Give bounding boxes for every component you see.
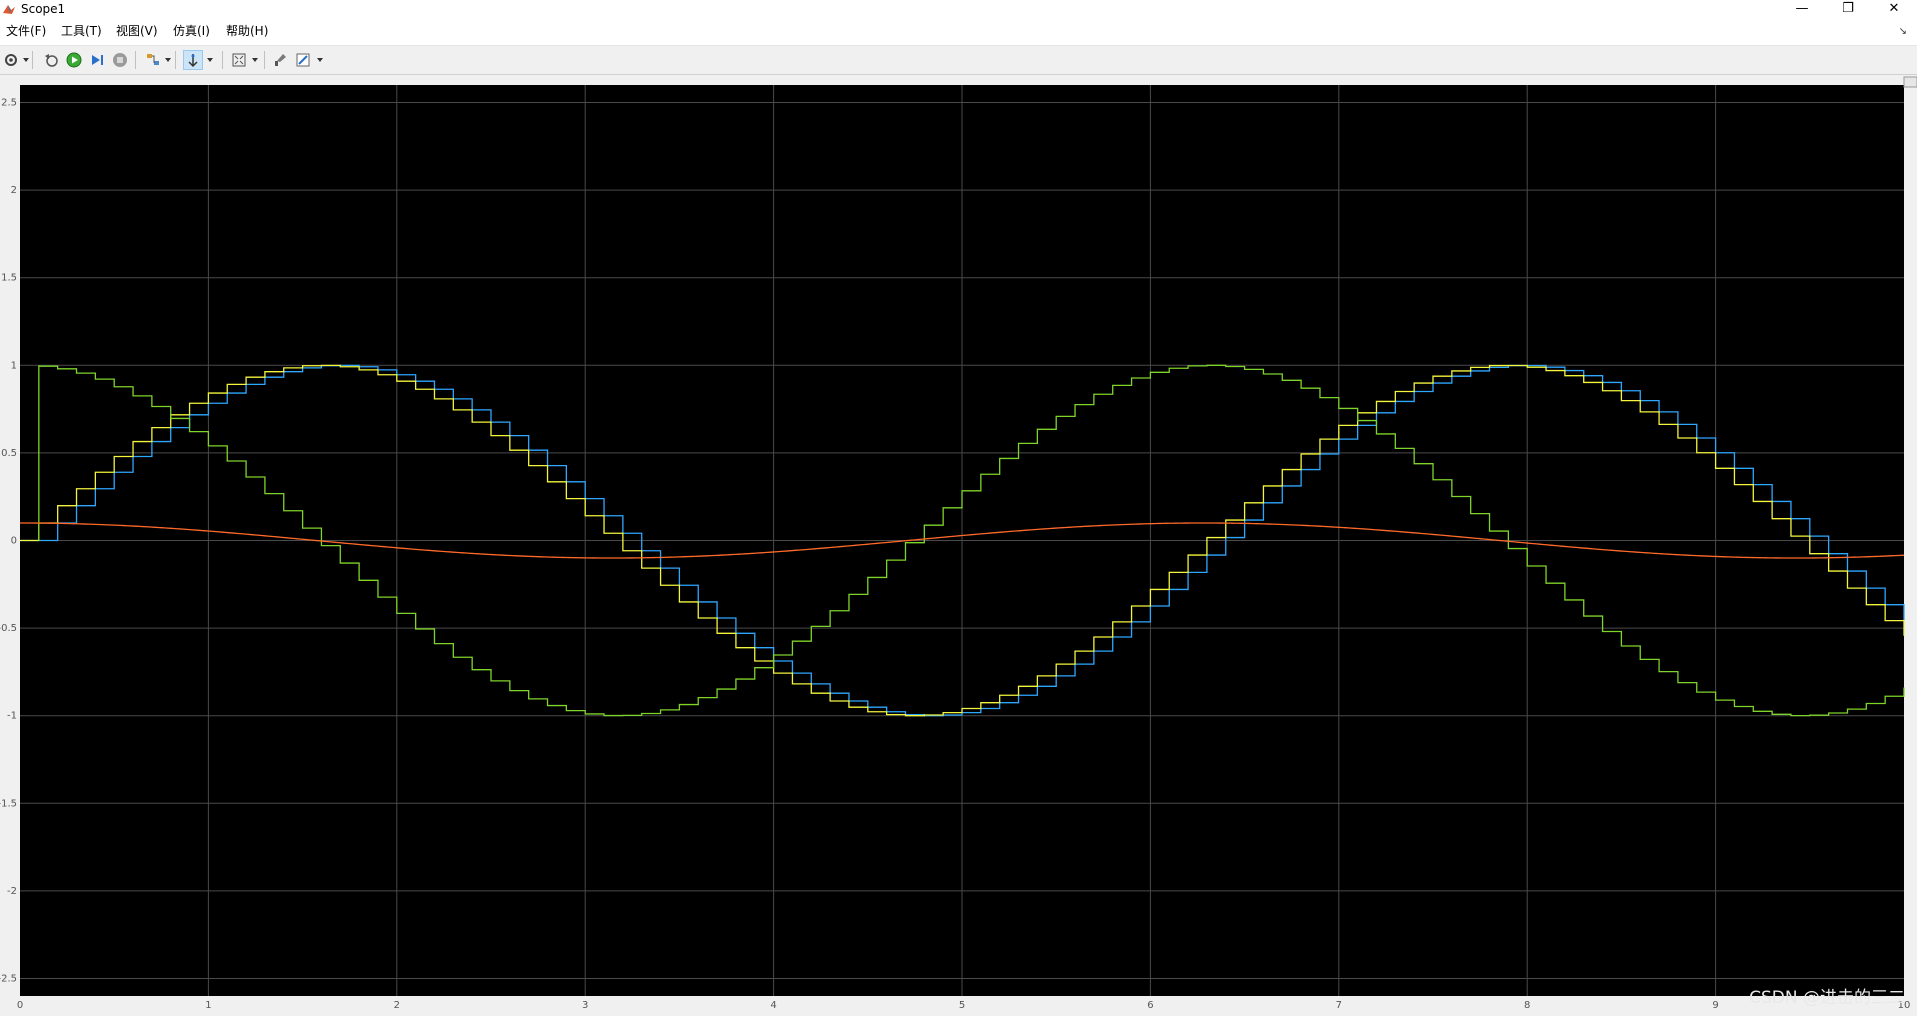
menu-file[interactable]: 文件(F) xyxy=(6,24,46,39)
signal-dropdown-icon[interactable] xyxy=(165,57,171,63)
edit-icon xyxy=(296,53,310,67)
settings-dropdown-icon[interactable] xyxy=(23,57,29,63)
x-tick-label: 1 xyxy=(205,1000,211,1011)
y-tick-label: -1 xyxy=(7,711,17,722)
matlab-logo-icon xyxy=(3,5,15,14)
minimize-icon: — xyxy=(1795,1,1809,16)
x-tick-label: 6 xyxy=(1147,1000,1153,1011)
y-tick-label: 0 xyxy=(11,536,17,547)
stop-icon xyxy=(113,53,127,67)
toolbar-separator xyxy=(175,51,176,69)
zoom-fit-icon xyxy=(232,53,246,67)
style-icon xyxy=(275,54,286,66)
close-icon: ✕ xyxy=(1888,1,1900,16)
cursor-dropdown-icon[interactable] xyxy=(207,57,213,63)
step-back-icon xyxy=(45,54,58,67)
x-tick-label: 7 xyxy=(1336,1000,1342,1011)
restore-button[interactable]: ❐ xyxy=(1825,0,1871,17)
x-tick-label: 9 xyxy=(1712,1000,1718,1011)
scope-axes[interactable]: 2.521.510.50-0.5-1-1.5-2-2.5 01234567891… xyxy=(0,75,1917,1016)
step-back-button[interactable] xyxy=(41,50,61,70)
menu-bar: 文件(F) 工具(T) 视图(V) 仿真(I) 帮助(H) ↘ xyxy=(0,17,1917,46)
window-title: Scope1 xyxy=(21,2,66,16)
legend-toggle-icon[interactable] xyxy=(1903,76,1917,88)
menu-simulation[interactable]: 仿真(I) xyxy=(173,24,210,39)
cursor-button[interactable] xyxy=(183,50,203,70)
edit-dropdown-icon[interactable] xyxy=(317,57,323,63)
y-tick-label: 1.5 xyxy=(1,273,17,284)
step-forward-icon xyxy=(92,55,103,65)
toolbar-separator xyxy=(135,51,136,69)
toolbar-separator xyxy=(222,51,223,69)
settings-button[interactable] xyxy=(1,50,21,70)
x-tick-label: 5 xyxy=(959,1000,965,1011)
watermark: CSDN @进击的三二 xyxy=(1749,988,1905,1008)
y-tick-label: -2.5 xyxy=(0,973,17,984)
y-tick-label: -0.5 xyxy=(0,623,17,634)
toolbar-separator xyxy=(32,51,33,69)
toolbar xyxy=(0,46,1917,75)
title-bar: Scope1 — ❐ ✕ xyxy=(0,0,1917,17)
run-button[interactable] xyxy=(64,50,84,70)
minimize-button[interactable]: — xyxy=(1779,0,1825,17)
menu-view[interactable]: 视图(V) xyxy=(116,24,158,39)
signal-highlight-button[interactable] xyxy=(143,50,163,70)
style-button[interactable] xyxy=(270,50,290,70)
x-tick-label: 3 xyxy=(582,1000,588,1011)
x-tick-label: 2 xyxy=(394,1000,400,1011)
x-tick-label: 8 xyxy=(1524,1000,1530,1011)
zoom-fit-button[interactable] xyxy=(229,50,249,70)
y-tick-label: 0.5 xyxy=(1,448,17,459)
stop-button[interactable] xyxy=(110,50,130,70)
x-tick-label: 0 xyxy=(17,1000,23,1011)
y-tick-label: 2.5 xyxy=(1,98,17,109)
step-forward-button[interactable] xyxy=(87,50,107,70)
menu-tools[interactable]: 工具(T) xyxy=(61,24,102,39)
y-tick-label: -2 xyxy=(7,886,17,897)
y-tick-label: -1.5 xyxy=(0,798,17,809)
edit-button[interactable] xyxy=(293,50,313,70)
menu-help[interactable]: 帮助(H) xyxy=(226,24,268,39)
settings-icon xyxy=(5,54,17,66)
toolbar-separator xyxy=(264,51,265,69)
run-icon xyxy=(66,52,82,68)
zoom-dropdown-icon[interactable] xyxy=(252,57,258,63)
cursor-icon xyxy=(188,54,198,68)
close-button[interactable]: ✕ xyxy=(1871,0,1917,17)
y-tick-label: 1 xyxy=(11,360,17,371)
undock-icon[interactable]: ↘ xyxy=(1899,26,1907,37)
restore-icon: ❐ xyxy=(1842,1,1854,16)
signal-highlight-icon xyxy=(147,54,159,65)
y-tick-label: 2 xyxy=(11,185,17,196)
x-tick-label: 4 xyxy=(770,1000,776,1011)
